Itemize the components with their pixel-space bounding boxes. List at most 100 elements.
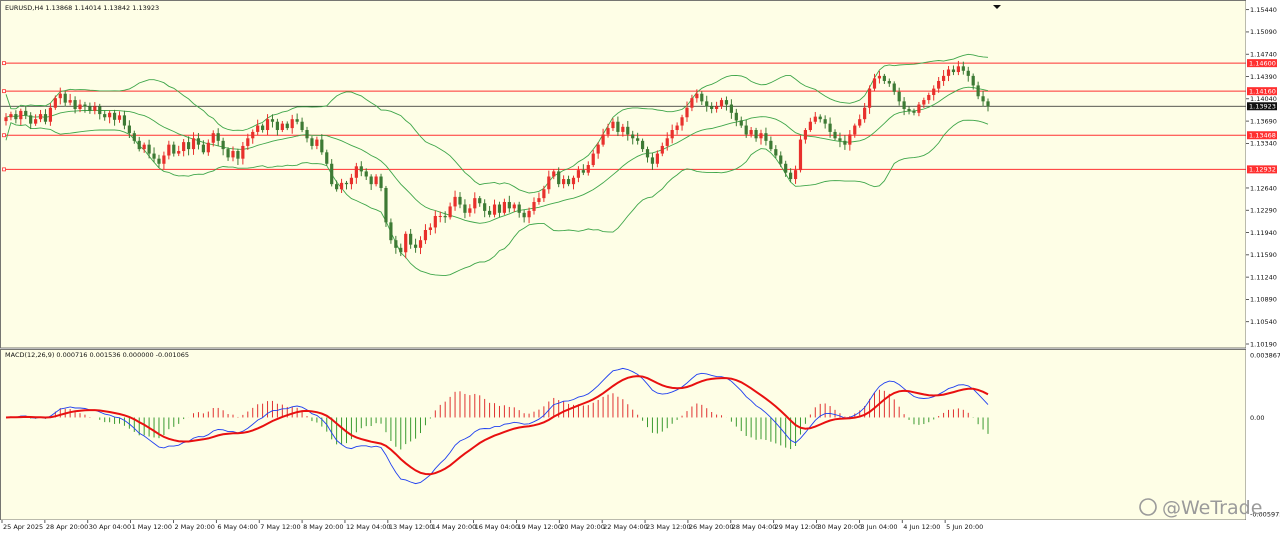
time-tick-label: 29 May 12:00 <box>775 523 820 531</box>
candle-body <box>749 130 753 135</box>
candle-body <box>280 123 284 131</box>
candle-body <box>453 196 457 207</box>
candle-body <box>927 94 931 101</box>
candle-body <box>823 119 827 124</box>
candle-body <box>631 134 635 139</box>
candle-body <box>779 155 783 164</box>
candle-body <box>986 101 990 107</box>
candle-body <box>196 138 201 145</box>
candle-body <box>502 201 507 213</box>
candle-body <box>379 176 383 188</box>
candle-body <box>759 133 763 139</box>
candle-body <box>700 93 704 102</box>
candle-body <box>246 138 250 146</box>
candle-body <box>473 198 477 209</box>
price-tick-label: 1.10890 <box>1250 296 1277 304</box>
time-tick-label: 7 May 12:00 <box>260 523 300 531</box>
candle-body <box>152 153 156 159</box>
candle-body <box>848 134 852 145</box>
chart-canvas[interactable]: 1.154401.150901.147401.143901.140401.136… <box>0 0 1280 536</box>
candle-body <box>616 121 620 132</box>
candle-body <box>946 69 951 76</box>
candle-body <box>172 144 176 154</box>
candle-body <box>399 247 403 253</box>
candle-body <box>201 144 205 153</box>
symbol-info: EURUSD,H4 1.13868 1.14014 1.13842 1.1392… <box>5 4 159 12</box>
time-tick-label: 28 May 04:00 <box>732 523 777 531</box>
candle-body <box>941 75 946 81</box>
level-anchor-handle[interactable] <box>2 133 6 138</box>
time-tick-label: 26 May 20:00 <box>689 523 734 531</box>
candle-body <box>325 152 329 164</box>
price-pane[interactable] <box>0 0 1246 348</box>
candle-body <box>117 115 122 120</box>
candle-body <box>68 100 72 103</box>
candle-body <box>532 201 536 211</box>
candle-body <box>828 123 832 132</box>
candle-body <box>83 104 87 107</box>
candle-body <box>956 66 960 73</box>
candle-body <box>344 182 349 185</box>
time-tick-label: 19 May 12:00 <box>517 523 562 531</box>
candle-body <box>724 100 729 105</box>
candle-body <box>364 171 368 177</box>
price-tag-label: 1.12932 <box>1249 166 1276 174</box>
candle-body <box>108 112 112 118</box>
candle-body <box>557 171 561 185</box>
candle-body <box>626 126 630 135</box>
macd-pane[interactable] <box>0 349 1246 520</box>
candle-body <box>418 240 423 248</box>
candle-body <box>798 139 803 171</box>
candle-body <box>606 128 610 135</box>
candle-body <box>43 114 48 122</box>
candle-body <box>142 144 146 150</box>
candle-body <box>591 153 595 166</box>
candle-body <box>601 134 605 145</box>
candle-body <box>542 189 546 199</box>
candle-body <box>478 198 482 204</box>
candle-body <box>685 107 689 118</box>
time-tick-label: 6 May 04:00 <box>217 523 257 531</box>
price-tick-label: 1.11590 <box>1250 251 1277 259</box>
candle-body <box>621 126 625 132</box>
candle-body <box>58 93 62 99</box>
candle-body <box>389 222 393 241</box>
candle-body <box>714 106 719 109</box>
candle-body <box>162 155 166 164</box>
candle-body <box>112 112 117 120</box>
candle-body <box>581 170 585 173</box>
price-tick-label: 1.14740 <box>1250 51 1277 59</box>
time-tick-label: 22 May 04:00 <box>603 523 648 531</box>
candle-body <box>863 107 867 120</box>
candle-body <box>640 140 645 150</box>
candle-body <box>670 130 674 139</box>
candle-body <box>497 204 502 213</box>
candle-body <box>867 88 872 108</box>
time-tick-label: 4 Jun 12:00 <box>903 523 940 531</box>
candle-body <box>305 130 309 139</box>
candle-body <box>665 138 669 146</box>
level-anchor-handle[interactable] <box>2 61 6 66</box>
candle-body <box>404 233 408 253</box>
candle-body <box>882 75 886 81</box>
candle-body <box>320 139 324 153</box>
candle-body <box>448 206 452 218</box>
level-anchor-handle[interactable] <box>2 89 6 94</box>
candle-body <box>695 93 699 99</box>
candle-body <box>675 125 679 131</box>
candle-body <box>9 114 13 118</box>
level-anchor-handle[interactable] <box>2 167 6 172</box>
time-tick-label: 23 May 12:00 <box>646 523 691 531</box>
candle-body <box>384 187 388 223</box>
candle-body <box>285 123 289 129</box>
candle-body <box>813 116 817 122</box>
candle-body <box>764 133 768 141</box>
candle-body <box>774 149 778 156</box>
candle-body <box>552 171 556 177</box>
candle-body <box>981 96 985 102</box>
price-tick-label: 1.11240 <box>1250 273 1277 281</box>
candle-body <box>191 138 196 150</box>
candle-body <box>256 125 260 132</box>
time-tick-label: 8 May 20:00 <box>303 523 343 531</box>
time-tick-label: 16 May 04:00 <box>475 523 520 531</box>
